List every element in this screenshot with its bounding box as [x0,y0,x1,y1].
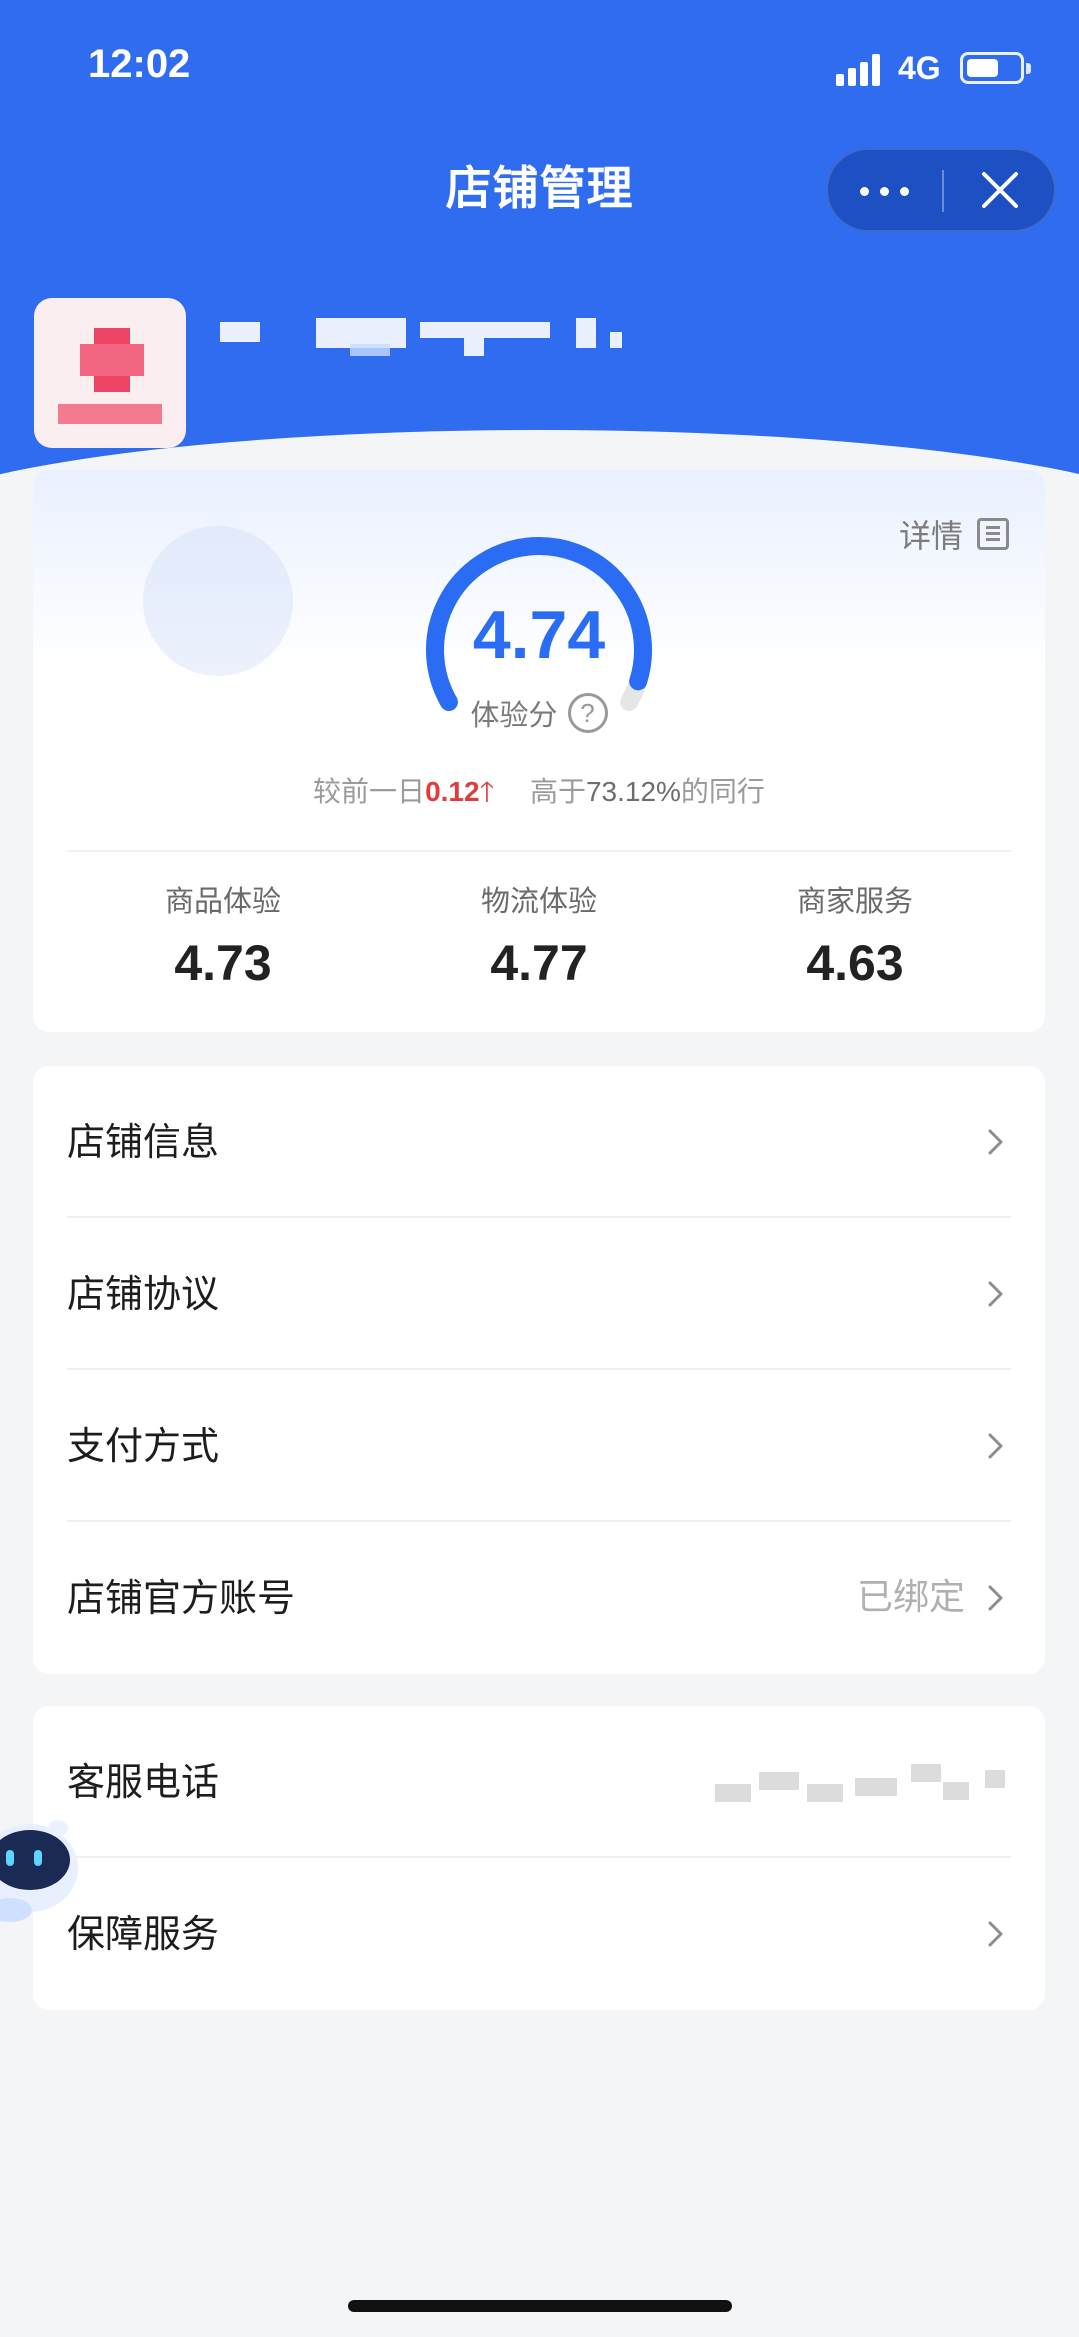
metric-label: 商品体验 [164,884,281,918]
more-dots-icon [860,187,869,196]
metric-value: 4.73 [174,935,272,991]
metric-label: 物流体验 [480,884,597,918]
phone-number-redacted [715,1764,1015,1804]
metric-service: 商家服务 4.63 [725,878,985,992]
chevron-right-icon [988,1921,1003,1947]
miniapp-capsule [826,148,1056,232]
close-button[interactable] [944,150,1056,230]
menu-item-payment-method[interactable]: 支付方式 [33,1370,1045,1522]
chevron-right-icon [988,1585,1003,1611]
metric-product: 商品体验 4.73 [93,878,353,992]
experience-score-card: 详情 4.74 体验分 ? 较前一日0.12🡑 高于73.12%的同行 商品体验… [33,470,1045,1032]
score-label: 体验分 [470,698,558,732]
metric-label: 商家服务 [796,884,913,918]
trend-percent: 73.12% [585,776,681,807]
service-menu-card: 客服电话 保障服务 [33,1706,1045,2010]
metric-value: 4.63 [806,935,904,991]
trend-mid: 高于 [529,775,586,808]
more-button[interactable] [828,150,942,230]
score-label-row: 体验分 ? [33,692,1045,734]
more-dot [880,187,889,196]
trend-delta: 0.12 [425,776,480,807]
menu-item-label: 支付方式 [67,1424,220,1468]
trend-prefix: 较前一日 [313,775,426,808]
menu-item-shop-info[interactable]: 店铺信息 [33,1066,1045,1218]
chevron-right-icon [988,1129,1003,1155]
menu-item-guarantee-service[interactable]: 保障服务 [33,1858,1045,2010]
detail-label: 详情 [898,517,963,555]
menu-item-service-phone[interactable]: 客服电话 [33,1706,1045,1858]
menu-item-label: 店铺官方账号 [67,1576,296,1620]
more-dot [900,187,909,196]
shop-avatar [34,298,186,448]
signal-icon [836,52,886,86]
arrow-up-icon: 🡑 [479,775,495,808]
robot-assistant-icon[interactable] [0,1808,92,1928]
score-trend: 较前一日0.12🡑 高于73.12%的同行 [33,770,1045,819]
metric-logistics: 物流体验 4.77 [409,878,669,992]
status-bar: 12:02 4G [0,0,1079,130]
status-time: 12:02 [88,42,191,86]
battery-level [967,59,998,77]
help-icon[interactable]: ? [567,693,608,733]
chevron-right-icon [988,1281,1003,1307]
avatar-cross-horizontal [80,344,144,376]
close-icon [982,172,1018,208]
document-icon [977,518,1009,550]
home-indicator [348,2300,732,2312]
battery-icon [960,52,1031,84]
menu-item-label: 店铺信息 [67,1120,220,1164]
trend-suffix: 的同行 [680,775,765,808]
menu-item-official-account[interactable]: 店铺官方账号 已绑定 [33,1522,1045,1674]
experience-score: 4.74 [472,597,606,673]
avatar-bar [58,404,162,424]
chevron-right-icon [988,1433,1003,1459]
metric-value: 4.77 [490,935,588,991]
bound-status: 已绑定 [856,1577,965,1618]
network-type: 4G [898,50,941,86]
menu-item-shop-agreement[interactable]: 店铺协议 [33,1218,1045,1370]
shop-name-redacted [220,318,640,356]
menu-item-label: 店铺协议 [67,1272,220,1316]
shop-menu-card: 店铺信息 店铺协议 支付方式 店铺官方账号 已绑定 [33,1066,1045,1674]
detail-link[interactable]: 详情 [899,510,1009,558]
card-divider [67,850,1011,852]
